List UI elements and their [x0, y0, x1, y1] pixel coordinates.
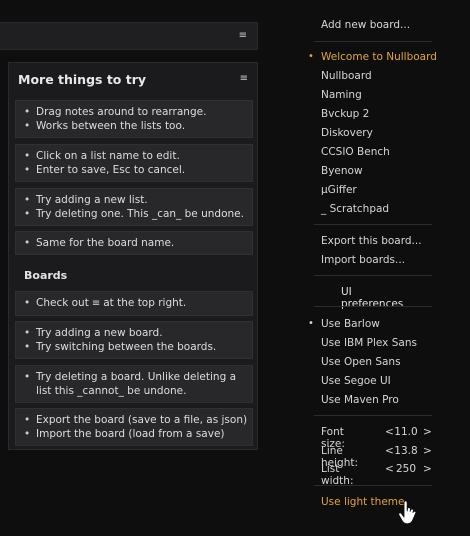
note-line: Import the board (load from a save) — [24, 427, 244, 441]
note-text: Check out — [36, 297, 89, 309]
note-line: Enter to save, Esc to cancel. — [24, 163, 244, 177]
note-line: Check out≡at the top right. — [24, 296, 244, 311]
export-board-link[interactable]: Export this board... — [321, 234, 422, 248]
list-header: More things to try ≡ — [9, 63, 257, 95]
note-line: Try switching between the boards. — [24, 340, 244, 354]
list-menu-icon[interactable]: ≡ — [239, 30, 247, 41]
divider — [314, 224, 432, 225]
board-link[interactable]: Naming — [321, 88, 362, 102]
import-boards-link[interactable]: Import boards... — [321, 253, 405, 267]
note[interactable]: Check out≡at the top right. — [15, 291, 253, 316]
note[interactable]: Try adding a new list. Try deleting one.… — [15, 188, 253, 226]
board-link[interactable]: Diskovery — [321, 126, 373, 140]
note[interactable]: Click on a list name to edit. Enter to s… — [15, 144, 253, 182]
note-line: Export the board (save to a file, as jso… — [24, 413, 247, 427]
font-option[interactable]: Use Maven Pro — [321, 393, 399, 407]
board-link-welcome[interactable]: Welcome to Nullboard — [321, 50, 437, 64]
note-line: Try adding a new board. — [24, 326, 244, 340]
board-link[interactable]: µGiffer — [321, 183, 357, 197]
note-line: Drag notes around to rearrange. — [24, 105, 244, 119]
list-width-label: List width: — [321, 463, 354, 487]
active-font-bullet: • — [308, 318, 314, 329]
light-theme-link[interactable]: Use light theme — [321, 495, 404, 509]
note-line: Try deleting a board. Unlike deleting a — [24, 370, 244, 384]
section-label[interactable]: Boards — [24, 269, 67, 282]
active-board-bullet: • — [308, 51, 314, 62]
board-link[interactable]: CCSIO Bench — [321, 145, 390, 159]
divider — [314, 415, 432, 416]
list-title[interactable]: More things to try — [18, 72, 146, 87]
font-size-value: 11.0 — [394, 426, 418, 438]
list-width-value: 250 — [395, 463, 417, 475]
font-option-barlow[interactable]: Use Barlow — [321, 317, 380, 331]
menu-icon: ≡ — [91, 298, 101, 309]
board-link[interactable]: Nullboard — [321, 69, 372, 83]
note-text: at the top right. — [103, 297, 187, 309]
line-height-increase[interactable]: > — [423, 445, 432, 457]
line-height-value: 13.8 — [394, 445, 418, 457]
board-link[interactable]: _ Scratchpad — [321, 202, 389, 216]
note[interactable]: Same for the board name. — [15, 231, 253, 255]
add-board-link[interactable]: Add new board... — [321, 18, 410, 32]
divider — [314, 485, 432, 486]
partial-list-header: ≡ — [0, 22, 258, 50]
board-link[interactable]: Byenow — [321, 164, 363, 178]
note-line: list this _cannot_ be undone. — [36, 385, 187, 397]
list-width-increase[interactable]: > — [423, 463, 432, 475]
list-menu-icon[interactable]: ≡ — [240, 73, 248, 84]
divider — [314, 41, 432, 42]
hand-cursor-icon — [398, 500, 417, 525]
font-option[interactable]: Use Segoe UI — [321, 374, 391, 388]
note-line: Click on a list name to edit. — [24, 149, 244, 163]
divider — [314, 306, 432, 307]
font-size-increase[interactable]: > — [423, 426, 432, 438]
note-line: Works between the lists too. — [24, 119, 244, 133]
note[interactable]: Drag notes around to rearrange. Works be… — [15, 100, 253, 138]
note-line: Try adding a new list. — [24, 193, 244, 207]
note[interactable]: Try deleting a board. Unlike deleting a … — [15, 365, 253, 403]
note-line: Same for the board name. — [24, 236, 244, 250]
note[interactable]: Try adding a new board. Try switching be… — [15, 321, 253, 359]
divider — [314, 275, 432, 276]
list-more-things: More things to try ≡ Drag notes around t… — [8, 62, 258, 450]
font-option[interactable]: Use Open Sans — [321, 355, 401, 369]
font-option[interactable]: Use IBM Plex Sans — [321, 336, 417, 350]
note-line: Try deleting one. This _can_ be undone. — [24, 207, 244, 221]
board-link[interactable]: Bvckup 2 — [321, 107, 369, 121]
note[interactable]: Export the board (save to a file, as jso… — [15, 408, 253, 446]
